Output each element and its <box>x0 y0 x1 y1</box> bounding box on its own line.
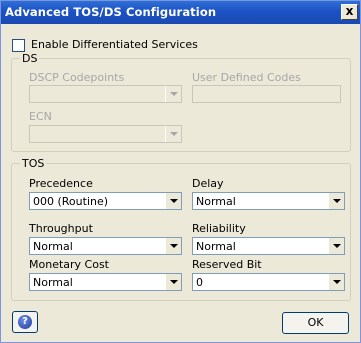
help-button[interactable]: ? <box>12 311 38 333</box>
close-button[interactable]: x <box>341 4 358 20</box>
user-defined-codes-field[interactable] <box>192 85 341 103</box>
delay-label: Delay <box>192 177 224 190</box>
reserved-bit-select[interactable]: 0 <box>192 273 345 291</box>
ecn-label: ECN <box>29 110 52 123</box>
ok-button-label: OK <box>307 316 324 329</box>
ok-button[interactable]: OK <box>282 312 349 334</box>
enable-ds-label[interactable]: Enable Differentiated Services <box>31 38 198 51</box>
precedence-label: Precedence <box>29 177 93 190</box>
dialog-window: Advanced TOS/DS Configuration x Enable D… <box>0 0 361 343</box>
delay-select[interactable]: Normal <box>192 192 345 210</box>
chevron-down-icon <box>165 126 181 142</box>
window-title: Advanced TOS/DS Configuration <box>5 5 217 19</box>
chevron-down-icon <box>328 238 344 254</box>
ds-group-title: DS <box>20 52 40 65</box>
precedence-select[interactable]: 000 (Routine) <box>29 192 182 210</box>
reserved-bit-label: Reserved Bit <box>192 258 262 271</box>
dscp-codepoints-select[interactable] <box>29 85 182 103</box>
chevron-down-icon <box>165 86 181 102</box>
chevron-down-icon <box>165 274 181 290</box>
close-icon: x <box>345 4 354 18</box>
chevron-down-icon <box>328 193 344 209</box>
tos-group-title: TOS <box>20 157 47 170</box>
monetary-cost-select[interactable]: Normal <box>29 273 182 291</box>
help-icon: ? <box>18 315 32 329</box>
chevron-down-icon <box>165 238 181 254</box>
ecn-select[interactable] <box>29 125 182 143</box>
enable-ds-checkbox[interactable] <box>12 39 25 52</box>
title-bar[interactable]: Advanced TOS/DS Configuration x <box>1 1 360 24</box>
dscp-codepoints-label: DSCP Codepoints <box>29 71 125 84</box>
chevron-down-icon <box>328 274 344 290</box>
chevron-down-icon <box>165 193 181 209</box>
monetary-cost-label: Monetary Cost <box>29 258 109 271</box>
reliability-select[interactable]: Normal <box>192 237 345 255</box>
user-defined-codes-label: User Defined Codes <box>192 71 301 84</box>
throughput-label: Throughput <box>29 222 93 235</box>
reliability-label: Reliability <box>192 222 246 235</box>
throughput-select[interactable]: Normal <box>29 237 182 255</box>
